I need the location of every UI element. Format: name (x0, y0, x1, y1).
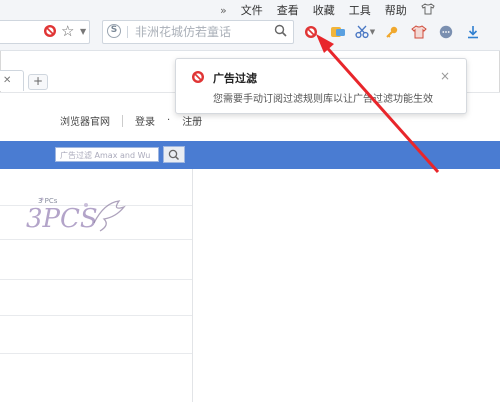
tools-icon[interactable] (327, 21, 349, 43)
page-blue-bar: 广告过滤 Amax and Wu (0, 141, 500, 169)
svg-text:3PCS: 3PCS (26, 204, 98, 234)
menu-item-tools[interactable]: 工具 (349, 2, 371, 18)
new-tab-button[interactable]: + (28, 74, 48, 90)
watermark-text: 3 PCs (38, 197, 58, 205)
adblock-icon[interactable] (300, 21, 322, 43)
row-divider (0, 315, 192, 316)
chevron-down-icon[interactable]: ▼ (80, 27, 86, 36)
tab-strip: ✕ + (0, 68, 180, 91)
adblock-icon (192, 71, 204, 83)
address-bar[interactable]: ☆ ▼ (0, 20, 90, 44)
scissors-icon[interactable]: ▼ (354, 21, 376, 43)
web-page: 浏览器官网 登录 · 注册 广告过滤 Amax and Wu 3 PCs 3PC… (0, 92, 500, 402)
nav-dot: · (167, 115, 171, 126)
search-engine-icon[interactable]: S (107, 24, 121, 38)
menu-bar: » 文件 查看 收藏 工具 帮助 (220, 2, 435, 18)
clothes-icon[interactable] (408, 21, 430, 43)
browser-toolbar: » 文件 查看 收藏 工具 帮助 ☆ ▼ S 非洲花城仿若童话 ▼ (0, 0, 500, 51)
close-icon[interactable]: × (440, 69, 450, 83)
menu-item-help[interactable]: 帮助 (385, 2, 407, 18)
popup-message: 您需要手动订阅过滤规则库以让广告过滤功能生效 (213, 94, 433, 105)
link-browser-site[interactable]: 浏览器官网 (60, 113, 110, 128)
shirt-icon[interactable] (421, 2, 435, 18)
nav-divider (122, 114, 123, 127)
key-icon[interactable] (381, 21, 403, 43)
link-register[interactable]: 注册 (182, 113, 202, 128)
row-divider (0, 353, 192, 354)
menu-item-view[interactable]: 查看 (277, 2, 299, 18)
link-login[interactable]: 登录 (135, 113, 155, 128)
search-input[interactable] (133, 23, 267, 41)
page-search-input[interactable]: 广告过滤 Amax and Wu (55, 147, 159, 162)
page-top-nav: 浏览器官网 登录 · 注册 (60, 113, 202, 128)
adblock-popup: 广告过滤 您需要手动订阅过滤规则库以让广告过滤功能生效 × (175, 58, 467, 114)
menu-item-file[interactable]: 文件 (241, 2, 263, 18)
menu-item-favorites[interactable]: 收藏 (313, 2, 335, 18)
page-search-button[interactable] (163, 146, 185, 163)
popup-title: 广告过滤 (213, 72, 257, 85)
adblock-icon[interactable] (43, 24, 57, 38)
row-divider (0, 239, 192, 240)
toolbar-icons: ▼ (300, 20, 489, 44)
search-icon[interactable] (274, 24, 287, 37)
menu-overflow[interactable]: » (220, 4, 227, 17)
close-icon[interactable]: ✕ (3, 75, 11, 86)
chevron-down-icon[interactable]: ▼ (370, 28, 375, 36)
column-divider (192, 169, 193, 402)
search-divider (127, 26, 128, 38)
star-icon[interactable]: ☆ (61, 22, 74, 40)
download-icon[interactable] (462, 21, 484, 43)
search-box[interactable]: S (102, 20, 294, 44)
watermark-logo: 3 PCs 3PCS (24, 193, 134, 237)
chat-icon[interactable] (435, 21, 457, 43)
row-divider (0, 279, 192, 280)
browser-tab[interactable]: ✕ (0, 70, 24, 91)
